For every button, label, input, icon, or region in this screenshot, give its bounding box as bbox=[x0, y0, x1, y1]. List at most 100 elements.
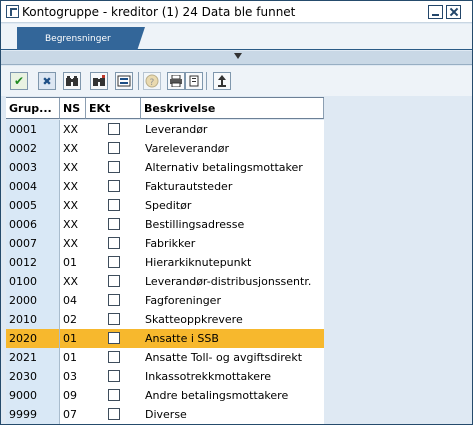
table-row[interactable]: 0006 XX Bestillingsadresse bbox=[6, 215, 324, 234]
cell-description[interactable]: Fagforeninger bbox=[141, 291, 324, 310]
ekt-checkbox[interactable] bbox=[108, 142, 120, 154]
cell-group-code[interactable]: 0007 bbox=[6, 234, 60, 253]
cell-group-code[interactable]: 2020 bbox=[6, 329, 60, 348]
column-header-ns[interactable]: NS bbox=[60, 98, 86, 119]
tab-begrensninger[interactable]: Begrensninger bbox=[17, 27, 145, 50]
table-row[interactable]: 0100 XX Leverandør-distribusjonssentr. bbox=[6, 272, 324, 291]
cell-ns[interactable]: 04 bbox=[60, 291, 86, 310]
cell-group-code[interactable]: 0100 bbox=[6, 272, 60, 291]
table-row[interactable]: 0003 XX Alternativ betalingsmottaker bbox=[6, 158, 324, 177]
ekt-checkbox[interactable] bbox=[108, 180, 120, 192]
cell-group-code[interactable]: 9000 bbox=[6, 386, 60, 405]
ekt-checkbox[interactable] bbox=[108, 370, 120, 382]
cell-ns[interactable]: 03 bbox=[60, 367, 86, 386]
cell-ekt bbox=[86, 196, 141, 215]
column-header-ekt[interactable]: EKt bbox=[86, 98, 141, 119]
cell-description[interactable]: Inkassotrekkmottakere bbox=[141, 367, 324, 386]
cell-description[interactable]: Alternativ betalingsmottaker bbox=[141, 158, 324, 177]
cell-ns[interactable]: XX bbox=[60, 120, 86, 139]
binoculars-icon[interactable] bbox=[63, 72, 81, 90]
cell-ns[interactable]: XX bbox=[60, 234, 86, 253]
cell-ns[interactable]: 01 bbox=[60, 253, 86, 272]
table-row[interactable]: 2010 02 Skatteoppkrevere bbox=[6, 310, 324, 329]
cell-ns[interactable]: 01 bbox=[60, 348, 86, 367]
cell-ns[interactable]: XX bbox=[60, 272, 86, 291]
table-row[interactable]: 2020 01 Ansatte i SSB bbox=[6, 329, 324, 348]
ekt-checkbox[interactable] bbox=[108, 332, 120, 344]
ekt-checkbox[interactable] bbox=[108, 313, 120, 325]
cell-ns[interactable]: XX bbox=[60, 158, 86, 177]
cell-description[interactable]: Ansatte Toll- og avgiftsdirekt bbox=[141, 348, 324, 367]
cell-ns[interactable]: XX bbox=[60, 196, 86, 215]
cell-description[interactable]: Skatteoppkrevere bbox=[141, 310, 324, 329]
ekt-checkbox[interactable] bbox=[108, 275, 120, 287]
table-row[interactable]: 2000 04 Fagforeninger bbox=[6, 291, 324, 310]
cell-ekt bbox=[86, 253, 141, 272]
cell-description[interactable]: Vareleverandør bbox=[141, 139, 324, 158]
ekt-checkbox[interactable] bbox=[108, 123, 120, 135]
table-row[interactable]: 0012 01 Hierarkiknutepunkt bbox=[6, 253, 324, 272]
cell-description[interactable]: Bestillingsadresse bbox=[141, 215, 324, 234]
sort-icon[interactable] bbox=[213, 72, 231, 90]
ekt-checkbox[interactable] bbox=[108, 408, 120, 420]
cell-group-code[interactable]: 0004 bbox=[6, 177, 60, 196]
cell-group-code[interactable]: 0006 bbox=[6, 215, 60, 234]
cell-description[interactable]: Hierarkiknutepunkt bbox=[141, 253, 324, 272]
cell-ns[interactable]: 01 bbox=[60, 329, 86, 348]
restrictions-expand-bar[interactable] bbox=[1, 51, 472, 65]
table-row[interactable]: 0004 XX Fakturautsteder bbox=[6, 177, 324, 196]
ekt-checkbox[interactable] bbox=[108, 389, 120, 401]
cell-description[interactable]: Ansatte i SSB bbox=[141, 329, 324, 348]
cell-group-code[interactable]: 0001 bbox=[6, 120, 60, 139]
cell-group-code[interactable]: 2010 bbox=[6, 310, 60, 329]
ekt-checkbox[interactable] bbox=[108, 199, 120, 211]
cell-description[interactable]: Leverandør bbox=[141, 120, 324, 139]
cell-group-code[interactable]: 0005 bbox=[6, 196, 60, 215]
list-icon[interactable] bbox=[185, 72, 203, 90]
cell-group-code[interactable]: 2021 bbox=[6, 348, 60, 367]
cell-ns[interactable]: XX bbox=[60, 177, 86, 196]
table-row[interactable]: 0002 XX Vareleverandør bbox=[6, 139, 324, 158]
ekt-checkbox[interactable] bbox=[108, 294, 120, 306]
cell-group-code[interactable]: 2000 bbox=[6, 291, 60, 310]
cell-group-code[interactable]: 0002 bbox=[6, 139, 60, 158]
minimize-icon[interactable] bbox=[428, 5, 443, 19]
cell-description[interactable]: Diverse bbox=[141, 405, 324, 424]
close-icon[interactable] bbox=[446, 5, 461, 19]
ekt-checkbox[interactable] bbox=[108, 218, 120, 230]
help-icon[interactable]: ? bbox=[143, 72, 161, 90]
cell-description[interactable]: Speditør bbox=[141, 196, 324, 215]
check-icon[interactable] bbox=[10, 72, 28, 90]
cell-group-code[interactable]: 9999 bbox=[6, 405, 60, 424]
binoculars-next-icon[interactable] bbox=[90, 72, 108, 90]
table-row[interactable]: 9999 07 Diverse bbox=[6, 405, 324, 424]
cell-group-code[interactable]: 2030 bbox=[6, 367, 60, 386]
cell-ns[interactable]: 02 bbox=[60, 310, 86, 329]
column-header-description[interactable]: Beskrivelse bbox=[141, 98, 324, 119]
column-header-group[interactable]: Grup... bbox=[6, 98, 60, 119]
ekt-checkbox[interactable] bbox=[108, 161, 120, 173]
print-icon[interactable] bbox=[167, 72, 185, 90]
cell-description[interactable]: Andre betalingsmottakere bbox=[141, 386, 324, 405]
ekt-checkbox[interactable] bbox=[108, 256, 120, 268]
cell-description[interactable]: Leverandør-distribusjonssentr. bbox=[141, 272, 324, 291]
cell-ns[interactable]: XX bbox=[60, 215, 86, 234]
cell-ns[interactable]: 09 bbox=[60, 386, 86, 405]
cell-description[interactable]: Fabrikker bbox=[141, 234, 324, 253]
ekt-checkbox[interactable] bbox=[108, 237, 120, 249]
table-row[interactable]: 2021 01 Ansatte Toll- og avgiftsdirekt bbox=[6, 348, 324, 367]
table-row[interactable]: 0007 XX Fabrikker bbox=[6, 234, 324, 253]
cell-group-code[interactable]: 0003 bbox=[6, 158, 60, 177]
table-row[interactable]: 0001 XX Leverandør bbox=[6, 120, 324, 139]
cell-ns[interactable]: 07 bbox=[60, 405, 86, 424]
cell-description[interactable]: Fakturautsteder bbox=[141, 177, 324, 196]
chevron-down-icon[interactable] bbox=[234, 53, 242, 59]
cell-ns[interactable]: XX bbox=[60, 139, 86, 158]
table-row[interactable]: 0005 XX Speditør bbox=[6, 196, 324, 215]
select-all-icon[interactable] bbox=[115, 72, 133, 90]
cell-group-code[interactable]: 0012 bbox=[6, 253, 60, 272]
cancel-icon[interactable] bbox=[38, 72, 56, 90]
table-row[interactable]: 2030 03 Inkassotrekkmottakere bbox=[6, 367, 324, 386]
ekt-checkbox[interactable] bbox=[108, 351, 120, 363]
table-row[interactable]: 9000 09 Andre betalingsmottakere bbox=[6, 386, 324, 405]
